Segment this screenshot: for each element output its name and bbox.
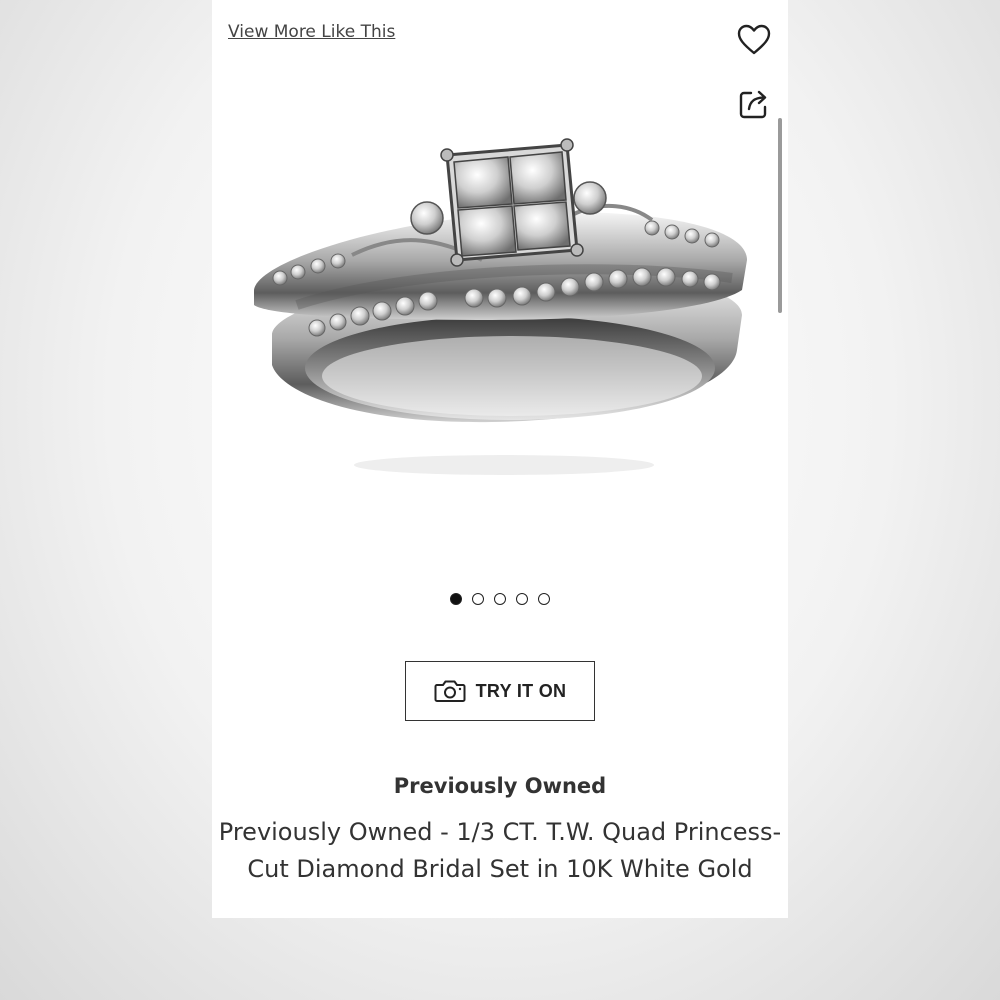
share-icon <box>739 90 767 119</box>
view-more-like-this-link[interactable]: View More Like This <box>228 22 395 42</box>
image-pagination <box>212 593 788 605</box>
share-button[interactable] <box>734 84 774 124</box>
try-it-on-label: TRY IT ON <box>475 680 567 701</box>
product-page: View More Like This TRY IT ON Previously… <box>212 0 788 918</box>
pagination-dot-5[interactable] <box>538 593 550 605</box>
ring-set-image <box>254 138 747 475</box>
favorite-button[interactable] <box>734 20 774 60</box>
try-it-on-button[interactable]: TRY IT ON <box>405 661 595 721</box>
heart-icon <box>737 24 771 55</box>
pagination-dot-4[interactable] <box>516 593 528 605</box>
pagination-dot-2[interactable] <box>472 593 484 605</box>
product-title: Previously Owned - 1/3 CT. T.W. Quad Pri… <box>218 818 782 883</box>
scrollbar[interactable] <box>778 118 782 313</box>
pagination-dot-1[interactable] <box>450 593 462 605</box>
product-condition: Previously Owned <box>393 774 607 798</box>
pagination-dot-3[interactable] <box>494 593 506 605</box>
camera-icon <box>434 680 466 702</box>
product-image[interactable] <box>242 120 762 500</box>
